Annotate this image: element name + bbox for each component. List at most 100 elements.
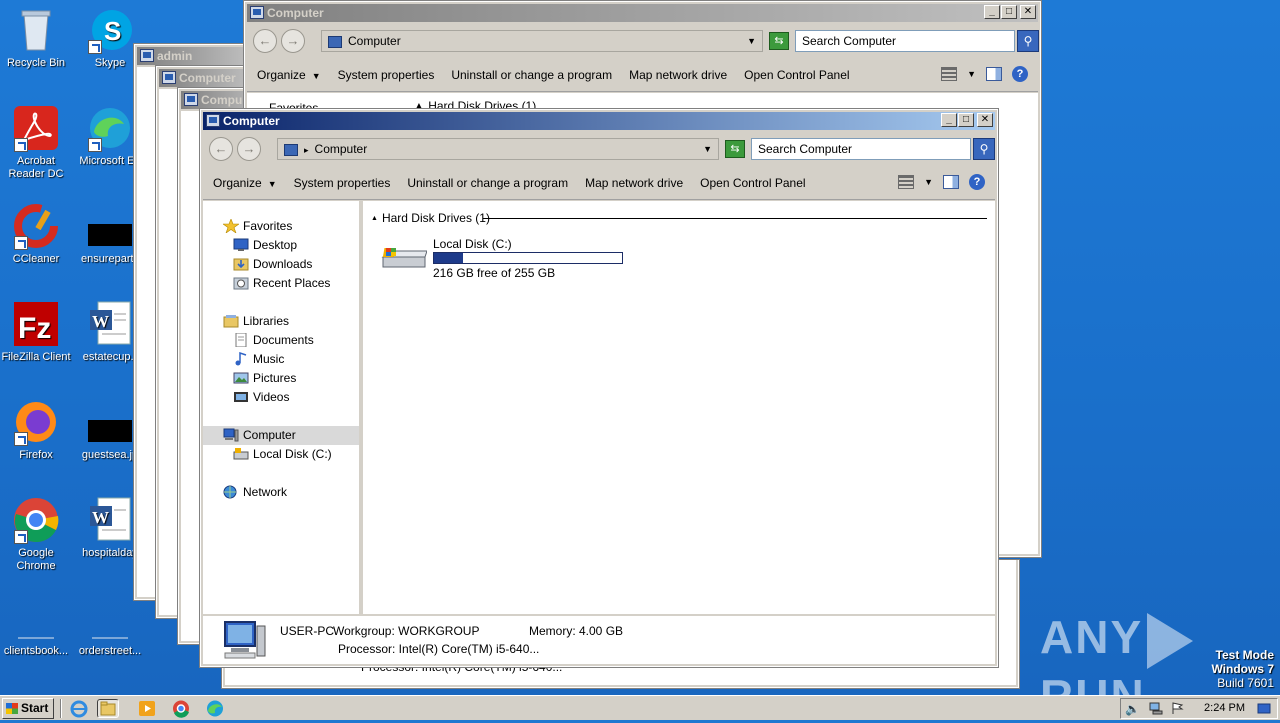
close-button[interactable]: ✕	[1020, 5, 1036, 19]
desktop-icon-firefox[interactable]: Firefox	[0, 398, 72, 462]
preview-pane-icon[interactable]	[943, 175, 959, 189]
map-network-drive-button[interactable]: Map network drive	[585, 176, 683, 190]
title-bar[interactable]: Computer _ □ ✕	[247, 4, 1038, 22]
nav-item-music[interactable]: Music	[203, 350, 359, 369]
media-player-icon[interactable]	[136, 699, 158, 718]
system-properties-button[interactable]: System properties	[338, 68, 435, 82]
test-mode-notice: Test Mode Windows 7 Build 7601	[1211, 648, 1274, 690]
desktop-icon-clientsbook[interactable]: clientsbook...	[0, 594, 72, 658]
breadcrumb-computer[interactable]: Computer	[315, 142, 368, 156]
organize-menu[interactable]: Organize ▼	[257, 68, 321, 82]
chevron-down-icon[interactable]: ▼	[747, 31, 756, 51]
title-bar[interactable]: Computer _ □ ✕	[203, 112, 995, 130]
network-icon	[223, 485, 237, 499]
drive-free-space: 216 GB free of 255 GB	[433, 266, 556, 280]
search-input[interactable]: Search Computer	[795, 30, 1015, 52]
window-title: Computer	[223, 114, 280, 128]
edge-icon[interactable]	[204, 699, 226, 718]
play-logo-icon	[1147, 612, 1194, 669]
word-document-icon: W	[86, 496, 134, 544]
search-input[interactable]: Search Computer	[751, 138, 971, 160]
computer-window[interactable]: Computer _ □ ✕ ← → ▸ Computer ▼ ⇆ Search …	[199, 108, 999, 668]
desktop-icon-recycle-bin[interactable]: Recycle Bin	[0, 6, 72, 70]
refresh-button[interactable]: ⇆	[725, 140, 745, 158]
chrome-icon[interactable]	[170, 699, 192, 718]
nav-item-videos[interactable]: Videos	[203, 388, 359, 407]
desktop-icon-acrobat[interactable]: Acrobat Reader DC	[0, 104, 72, 181]
action-center-flag-icon[interactable]	[1171, 702, 1185, 715]
details-pane: USER-PC Workgroup: WORKGROUP Memory: 4.0…	[203, 614, 995, 664]
title-bar[interactable]: admin	[137, 47, 251, 65]
nav-item-computer[interactable]: Computer	[203, 426, 359, 445]
open-control-panel-button[interactable]: Open Control Panel	[744, 68, 849, 82]
nav-item-libraries[interactable]: Libraries	[203, 312, 359, 331]
nav-item-network[interactable]: Network	[203, 483, 359, 502]
close-button[interactable]: ✕	[977, 113, 993, 127]
back-button[interactable]: ←	[209, 137, 233, 161]
maximize-button[interactable]: □	[1001, 5, 1017, 19]
search-button[interactable]: ⚲	[973, 138, 995, 160]
windows-explorer-taskbar-button[interactable]	[97, 699, 119, 718]
breadcrumb-arrow-icon[interactable]: ▸	[304, 145, 309, 155]
view-controls: ▼ ?	[898, 174, 985, 190]
nav-item-downloads[interactable]: Downloads	[203, 255, 359, 274]
nav-item-favorites[interactable]: Favorites	[203, 217, 359, 236]
uninstall-program-button[interactable]: Uninstall or change a program	[451, 68, 612, 82]
desktop-icon-ccleaner[interactable]: CCleaner	[0, 202, 72, 266]
change-view-icon[interactable]	[941, 67, 958, 81]
window-controls: _ □ ✕	[940, 113, 993, 127]
minimize-button[interactable]: _	[984, 5, 1000, 19]
desktop-icon-chrome[interactable]: Google Chrome	[0, 496, 72, 573]
forward-button[interactable]: →	[281, 29, 305, 53]
title-bar[interactable]: Computer	[159, 69, 253, 87]
filezilla-icon: Fz	[12, 300, 60, 348]
start-button[interactable]: Start	[2, 698, 54, 719]
blank-file-icon	[86, 594, 134, 642]
nav-item-pictures[interactable]: Pictures	[203, 369, 359, 388]
search-button[interactable]: ⚲	[1017, 30, 1039, 52]
refresh-button[interactable]: ⇆	[769, 32, 789, 50]
change-view-icon[interactable]	[898, 175, 915, 189]
desktop-icon-orderstreet[interactable]: orderstreet...	[74, 594, 146, 658]
ccleaner-icon	[12, 202, 60, 250]
group-header-hard-disk-drives[interactable]: ▲ Hard Disk Drives (1)	[371, 211, 987, 225]
nav-item-documents[interactable]: Documents	[203, 331, 359, 350]
forward-button[interactable]: →	[237, 137, 261, 161]
preview-pane-icon[interactable]	[986, 67, 1002, 81]
uninstall-program-button[interactable]: Uninstall or change a program	[407, 176, 568, 190]
address-bar[interactable]: ▸ Computer ▼	[277, 138, 719, 160]
memory: Memory: 4.00 GB	[529, 624, 624, 638]
nav-item-desktop[interactable]: Desktop	[203, 236, 359, 255]
group-divider	[483, 218, 987, 219]
open-control-panel-button[interactable]: Open Control Panel	[700, 176, 805, 190]
collapse-triangle-icon[interactable]: ▲	[371, 215, 378, 222]
skype-icon: S	[86, 6, 134, 54]
system-properties-button[interactable]: System properties	[294, 176, 391, 190]
address-bar[interactable]: Computer ▼	[321, 30, 763, 52]
shortcut-arrow-icon	[14, 236, 28, 250]
star-icon	[223, 219, 239, 233]
minimize-button[interactable]: _	[941, 113, 957, 127]
show-desktop-icon[interactable]	[1257, 702, 1271, 715]
drive-usage-bar	[433, 252, 623, 264]
volume-icon[interactable]: 🔈	[1125, 702, 1140, 716]
chevron-down-icon[interactable]: ▼	[967, 69, 976, 79]
help-icon[interactable]: ?	[969, 174, 985, 190]
maximize-button[interactable]: □	[958, 113, 974, 127]
back-button[interactable]: ←	[253, 29, 277, 53]
recycle-bin-icon	[12, 6, 60, 54]
drive-tile-local-disk[interactable]: Local Disk (C:) 216 GB free of 255 GB	[381, 237, 641, 283]
organize-menu[interactable]: Organize ▼	[213, 176, 277, 190]
system-tray: 🔈 2:24 PM	[1120, 698, 1278, 719]
desktop-icon-filezilla[interactable]: Fz FileZilla Client	[0, 300, 72, 364]
nav-item-local-disk[interactable]: Local Disk (C:)	[203, 445, 359, 464]
nav-item-recent-places[interactable]: Recent Places	[203, 274, 359, 293]
chevron-down-icon[interactable]: ▼	[924, 177, 933, 187]
clock[interactable]: 2:24 PM	[1204, 702, 1245, 714]
chevron-down-icon[interactable]: ▼	[703, 139, 712, 159]
help-icon[interactable]: ?	[1012, 66, 1028, 82]
map-network-drive-button[interactable]: Map network drive	[629, 68, 727, 82]
internet-explorer-icon[interactable]	[68, 699, 90, 718]
network-tray-icon[interactable]	[1149, 702, 1163, 715]
navigation-pane: Favorites Desktop Downloads Recent Place…	[203, 201, 361, 614]
